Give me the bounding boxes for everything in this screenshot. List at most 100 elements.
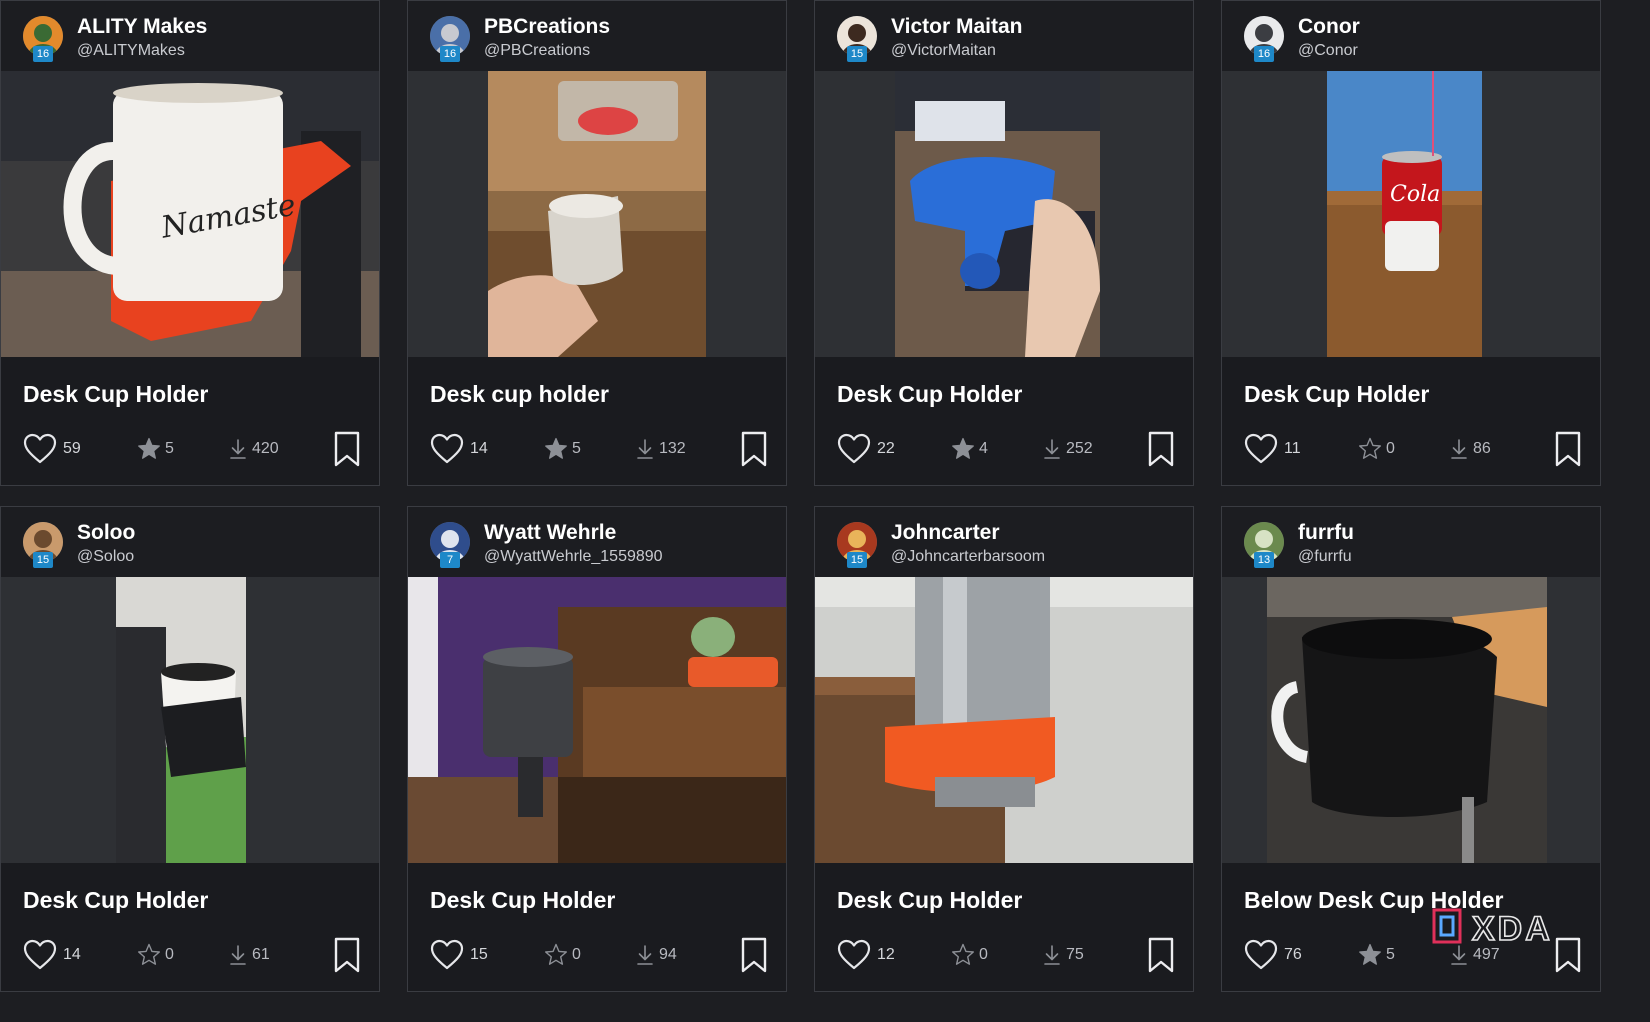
model-grid: 16 ALITY Makes @ALITYMakes Namaste Desk Cup … xyxy=(0,0,1650,1022)
like-count: 11 xyxy=(1284,440,1301,457)
user-handle[interactable]: @Soloo xyxy=(77,548,134,566)
bookmark-button[interactable] xyxy=(738,937,770,973)
like-button[interactable]: 15 xyxy=(430,935,488,975)
user-name[interactable]: Soloo xyxy=(77,521,135,545)
model-card[interactable]: 15 Johncarter @Johncarterbarsoom Desk Cup H… xyxy=(814,506,1194,992)
like-button[interactable]: 22 xyxy=(837,429,895,469)
user-name[interactable]: Wyatt Wehrle xyxy=(484,521,616,545)
model-stats: 14 0 61 xyxy=(23,935,363,975)
user-name[interactable]: Victor Maitan xyxy=(891,15,1022,39)
rating-value: 4 xyxy=(979,440,988,457)
download-icon xyxy=(1043,944,1061,966)
bookmark-button[interactable] xyxy=(738,431,770,467)
model-title[interactable]: Desk Cup Holder xyxy=(23,381,208,408)
like-button[interactable]: 14 xyxy=(23,935,81,975)
like-button[interactable]: 11 xyxy=(1244,429,1301,469)
user-handle[interactable]: @Johncarterbarsoom xyxy=(891,548,1045,566)
bookmark-icon xyxy=(331,431,363,471)
rating-value: 0 xyxy=(979,946,988,963)
svg-text:XDA: XDA xyxy=(1472,910,1553,948)
model-card[interactable]: 16 ALITY Makes @ALITYMakes Namaste Desk Cup … xyxy=(0,0,380,486)
rating: 4 xyxy=(951,429,988,469)
rating: 0 xyxy=(544,935,581,975)
user-level-badge: 15 xyxy=(847,46,867,62)
model-title[interactable]: Desk Cup Holder xyxy=(1244,381,1429,408)
xda-watermark: XDA xyxy=(1432,904,1592,949)
like-button[interactable]: 59 xyxy=(23,429,81,469)
like-button[interactable]: 76 xyxy=(1244,935,1302,975)
like-count: 14 xyxy=(470,440,488,457)
user-level-badge: 16 xyxy=(440,46,460,62)
user-avatar[interactable]: 15 xyxy=(837,16,877,62)
model-card[interactable]: 7 Wyatt Wehrle @WyattWehrle_1559890 Desk Cu… xyxy=(407,506,787,992)
model-title[interactable]: Desk Cup Holder xyxy=(837,381,1022,408)
user-avatar[interactable]: 16 xyxy=(23,16,63,62)
bookmark-button[interactable] xyxy=(1145,937,1177,973)
model-photo[interactable] xyxy=(815,71,1193,357)
star-outline-icon xyxy=(951,943,975,967)
download-icon xyxy=(636,944,654,966)
card-header: 15 Johncarter @Johncarterbarsoom xyxy=(815,507,1193,577)
rating-value: 5 xyxy=(1386,946,1395,963)
model-stats: 59 5 420 xyxy=(23,429,363,469)
star-filled-icon xyxy=(951,437,975,461)
user-name[interactable]: Johncarter xyxy=(891,521,1000,545)
rating-value: 5 xyxy=(572,440,581,457)
user-handle[interactable]: @Conor xyxy=(1298,42,1358,60)
model-photo[interactable] xyxy=(408,577,786,863)
user-handle[interactable]: @WyattWehrle_1559890 xyxy=(484,548,663,566)
user-avatar[interactable]: 16 xyxy=(430,16,470,62)
user-handle[interactable]: @PBCreations xyxy=(484,42,590,60)
heart-icon xyxy=(837,939,871,971)
user-handle[interactable]: @VictorMaitan xyxy=(891,42,996,60)
user-avatar[interactable]: 7 xyxy=(430,522,470,568)
svg-text:Cola: Cola xyxy=(1390,182,1440,207)
bookmark-button[interactable] xyxy=(1552,431,1584,467)
model-photo[interactable] xyxy=(815,577,1193,863)
bookmark-button[interactable] xyxy=(331,431,363,467)
model-title[interactable]: Desk cup holder xyxy=(430,381,609,408)
download-icon xyxy=(229,438,247,460)
rating: 0 xyxy=(1358,429,1395,469)
model-photo[interactable]: Cola xyxy=(1222,71,1600,357)
user-avatar[interactable]: 15 xyxy=(837,522,877,568)
download-count: 420 xyxy=(252,440,279,457)
like-button[interactable]: 14 xyxy=(430,429,488,469)
rating: 5 xyxy=(544,429,581,469)
model-card[interactable]: 16 Conor @Conor Cola Desk Cup Holder 11 0 86 xyxy=(1221,0,1601,486)
like-button[interactable]: 12 xyxy=(837,935,895,975)
user-handle[interactable]: @furrfu xyxy=(1298,548,1352,566)
like-count: 76 xyxy=(1284,946,1302,963)
bookmark-icon xyxy=(331,937,363,977)
bookmark-button[interactable] xyxy=(331,937,363,973)
download-count: 86 xyxy=(1473,440,1491,457)
model-card[interactable]: 15 Victor Maitan @VictorMaitan Desk Cup Hol… xyxy=(814,0,1194,486)
user-handle[interactable]: @ALITYMakes xyxy=(77,42,185,60)
model-photo[interactable]: Namaste xyxy=(1,71,379,357)
model-card[interactable]: 16 PBCreations @PBCreations Desk cup holder… xyxy=(407,0,787,486)
model-photo[interactable] xyxy=(408,71,786,357)
user-avatar[interactable]: 15 xyxy=(23,522,63,568)
downloads: 75 xyxy=(1043,935,1084,975)
model-photo[interactable] xyxy=(1222,577,1600,863)
bookmark-icon xyxy=(1145,937,1177,977)
model-title[interactable]: Desk Cup Holder xyxy=(430,887,615,914)
rating: 0 xyxy=(137,935,174,975)
user-name[interactable]: furrfu xyxy=(1298,521,1354,545)
model-title[interactable]: Desk Cup Holder xyxy=(23,887,208,914)
model-photo[interactable] xyxy=(1,577,379,863)
card-header: 7 Wyatt Wehrle @WyattWehrle_1559890 xyxy=(408,507,786,577)
model-card[interactable]: 15 Soloo @Soloo Desk Cup Holder 14 0 61 xyxy=(0,506,380,992)
user-level-badge: 16 xyxy=(33,46,53,62)
user-avatar[interactable]: 13 xyxy=(1244,522,1284,568)
model-title[interactable]: Desk Cup Holder xyxy=(837,887,1022,914)
user-name[interactable]: ALITY Makes xyxy=(77,15,207,39)
bookmark-icon xyxy=(738,431,770,471)
bookmark-button[interactable] xyxy=(1145,431,1177,467)
user-name[interactable]: PBCreations xyxy=(484,15,610,39)
user-name[interactable]: Conor xyxy=(1298,15,1360,39)
like-count: 12 xyxy=(877,946,895,963)
user-avatar[interactable]: 16 xyxy=(1244,16,1284,62)
bookmark-icon xyxy=(1552,431,1584,471)
download-count: 94 xyxy=(659,946,677,963)
